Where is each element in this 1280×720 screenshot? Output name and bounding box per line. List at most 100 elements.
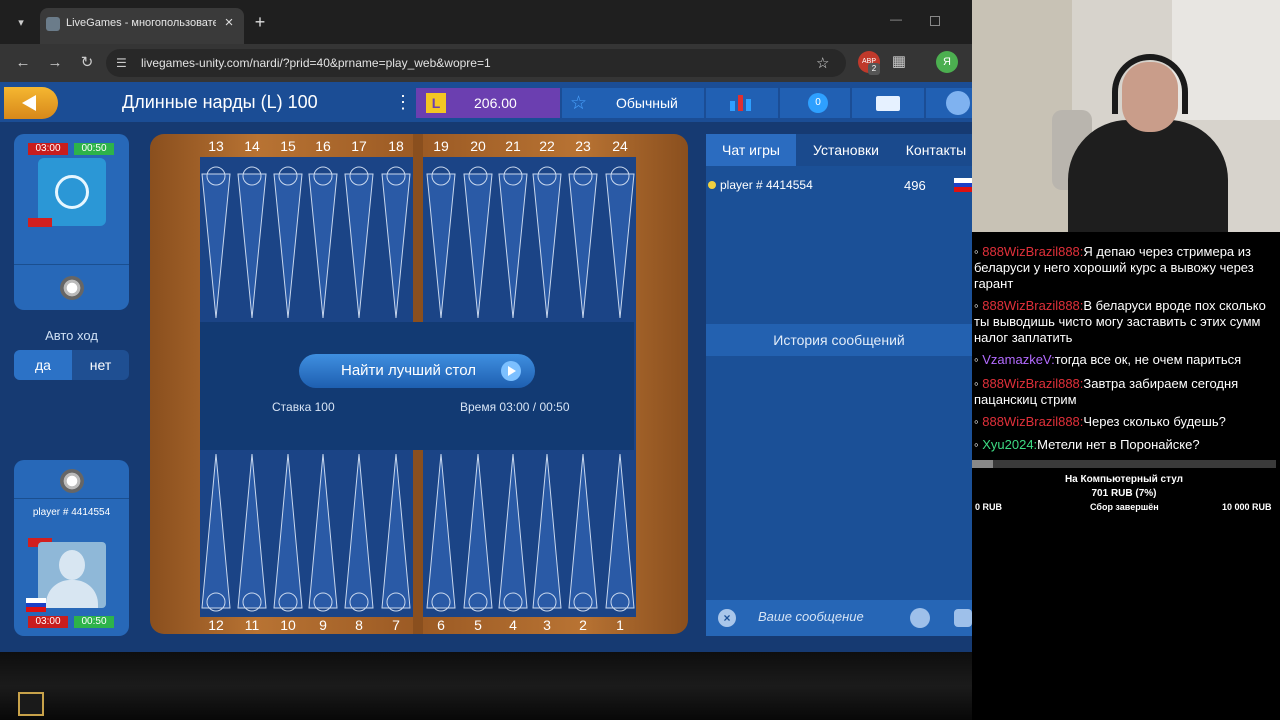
chat-username: 888WizBrazil888: xyxy=(982,298,1084,313)
point-number: 24 xyxy=(612,138,628,154)
url-text[interactable]: livegames-unity.com/nardi/?prid=40&prnam… xyxy=(141,56,491,70)
url-input[interactable]: ☰ livegames-unity.com/nardi/?prid=40&prn… xyxy=(106,49,846,77)
board-point[interactable] xyxy=(605,453,635,609)
corner-logo-icon xyxy=(18,692,44,716)
point-number: 7 xyxy=(392,617,400,633)
point-number: 21 xyxy=(505,138,521,154)
online-status-icon xyxy=(708,181,716,189)
chat-username: 888WizBrazil888: xyxy=(982,414,1084,429)
board-point[interactable] xyxy=(426,173,456,319)
bullet-icon: ◦ xyxy=(974,244,983,259)
webcam-kitchen xyxy=(1172,0,1280,120)
bullet-icon: ◦ xyxy=(974,414,983,429)
board-point[interactable] xyxy=(237,173,267,319)
board-point[interactable] xyxy=(605,173,635,319)
profile-avatar[interactable]: Я xyxy=(936,51,958,73)
point-number: 23 xyxy=(575,138,591,154)
webcam-streamer-body xyxy=(1068,120,1228,232)
board-point[interactable] xyxy=(308,173,338,319)
board-point[interactable] xyxy=(568,453,598,609)
back-icon[interactable]: ← xyxy=(12,52,34,74)
point-number: 8 xyxy=(355,617,363,633)
chat-text: Метели нет в Поронайске? xyxy=(1037,437,1200,452)
board-point[interactable] xyxy=(308,453,338,609)
board-point[interactable] xyxy=(201,173,231,319)
stake-info: Ставка 100 xyxy=(272,400,335,414)
chat-text: тогда все ок, не очем париться xyxy=(1054,352,1242,367)
tab-close-icon[interactable]: × xyxy=(220,14,238,32)
minimize-icon[interactable]: — xyxy=(890,12,902,26)
board-point[interactable] xyxy=(532,173,562,319)
point-number: 4 xyxy=(509,617,517,633)
tab-game-chat[interactable]: Чат игры xyxy=(706,134,796,166)
game-page: Длинные нарды (L) 100 ⋮ L 206.00 ☆ Обычн… xyxy=(0,82,972,652)
chat-message: ◦ 888WizBrazil888:Завтра забираем сегодн… xyxy=(974,376,1274,408)
board-point[interactable] xyxy=(273,453,303,609)
player-list-row[interactable]: player # 4414554 496 xyxy=(706,176,972,196)
board-point[interactable] xyxy=(568,173,598,319)
tab-contacts[interactable]: Контакты xyxy=(896,134,972,166)
bullet-icon: ◦ xyxy=(974,437,983,452)
russia-flag-icon xyxy=(954,178,972,192)
point-number: 15 xyxy=(280,138,296,154)
point-number: 20 xyxy=(470,138,486,154)
bullet-icon: ◦ xyxy=(974,298,983,313)
tab-title: LiveGames - многопользовате xyxy=(66,17,216,29)
chat-message: ◦ 888WizBrazil888:В беларуси вроде пох с… xyxy=(974,298,1274,346)
board-point[interactable] xyxy=(381,453,411,609)
extension-badge: 2 xyxy=(868,63,880,75)
board-point[interactable] xyxy=(344,173,374,319)
favicon-icon xyxy=(46,17,60,31)
forward-icon[interactable]: → xyxy=(44,52,66,74)
find-best-table-label: Найти лучший стол xyxy=(341,362,476,379)
browser-tab[interactable]: LiveGames - многопользовате × xyxy=(40,8,244,44)
tab-settings[interactable]: Установки xyxy=(798,134,894,166)
donation-status: Сбор завершён xyxy=(1090,502,1159,512)
tab-search-icon[interactable]: ▾ xyxy=(10,12,32,34)
tab-bar: ▾ LiveGames - многопользовате × + — xyxy=(0,0,972,44)
find-best-table-button[interactable]: Найти лучший стол xyxy=(299,354,535,388)
point-number: 10 xyxy=(280,617,296,633)
board-point[interactable] xyxy=(273,173,303,319)
clear-icon[interactable]: × xyxy=(718,609,736,627)
maximize-icon[interactable] xyxy=(930,16,940,26)
point-number: 14 xyxy=(244,138,260,154)
reload-icon[interactable]: ↻ xyxy=(76,52,98,74)
board-point[interactable] xyxy=(237,453,267,609)
board-point[interactable] xyxy=(201,453,231,609)
bullet-icon: ◦ xyxy=(974,352,983,367)
player-row-rating: 496 xyxy=(904,178,926,193)
point-number: 16 xyxy=(315,138,331,154)
board-point[interactable] xyxy=(381,173,411,319)
bookmark-star-icon[interactable]: ☆ xyxy=(816,54,829,72)
send-icon[interactable] xyxy=(954,609,972,627)
board-point[interactable] xyxy=(498,173,528,319)
board-point[interactable] xyxy=(498,453,528,609)
board-point[interactable] xyxy=(463,453,493,609)
play-icon xyxy=(501,361,521,381)
donation-progress-bar xyxy=(972,460,1276,468)
bullet-icon: ◦ xyxy=(974,376,983,391)
site-info-icon[interactable]: ☰ xyxy=(116,56,130,70)
point-number: 2 xyxy=(579,617,587,633)
board-point[interactable] xyxy=(426,453,456,609)
point-number: 19 xyxy=(433,138,449,154)
point-number: 5 xyxy=(474,617,482,633)
point-number: 12 xyxy=(208,617,224,633)
player-row-name: player # 4414554 xyxy=(720,178,813,192)
point-number: 1 xyxy=(616,617,624,633)
board-point[interactable] xyxy=(344,453,374,609)
board-point[interactable] xyxy=(463,173,493,319)
extensions-puzzle-icon[interactable]: ▦ xyxy=(888,51,910,73)
point-number: 17 xyxy=(351,138,367,154)
emoji-icon[interactable] xyxy=(910,608,930,628)
chat-message-input[interactable]: Ваше сообщение xyxy=(758,609,864,624)
board-point[interactable] xyxy=(532,453,562,609)
chat-message: ◦ 888WizBrazil888:Через сколько будешь? xyxy=(974,414,1274,430)
point-number: 9 xyxy=(319,617,327,633)
point-number: 6 xyxy=(437,617,445,633)
point-number: 13 xyxy=(208,138,224,154)
chat-username: VzamazkeV: xyxy=(982,352,1055,367)
message-history-button[interactable]: История сообщений xyxy=(706,324,972,356)
new-tab-button[interactable]: + xyxy=(250,12,270,32)
